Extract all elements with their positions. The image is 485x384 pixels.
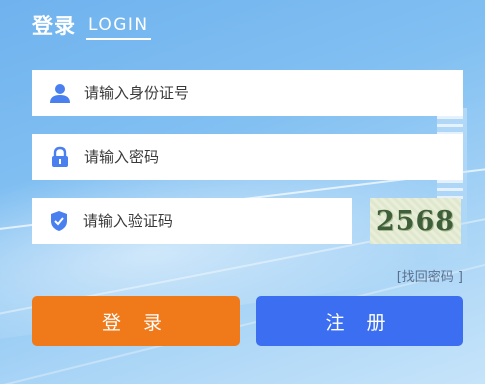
password-input[interactable] [82,147,366,167]
user-icon [48,81,72,105]
login-title: 登录 [32,14,76,38]
login-button[interactable]: 登 录 [32,296,240,346]
register-button[interactable]: 注 册 [256,296,463,346]
id-number-field[interactable] [32,70,463,116]
captcha-input[interactable] [80,211,352,231]
captcha-code: 2568 [375,205,456,237]
forgot-password-link[interactable]: [找回密码 ] [397,266,463,285]
captcha-field[interactable] [32,198,352,244]
captcha-image[interactable]: 2568 [370,198,461,244]
password-field[interactable] [32,134,463,180]
login-heading: 登录 LOGIN [32,10,151,40]
login-subtitle: LOGIN [86,15,151,40]
shield-icon [48,209,71,233]
id-number-input[interactable] [82,83,366,103]
lock-icon [48,145,72,169]
